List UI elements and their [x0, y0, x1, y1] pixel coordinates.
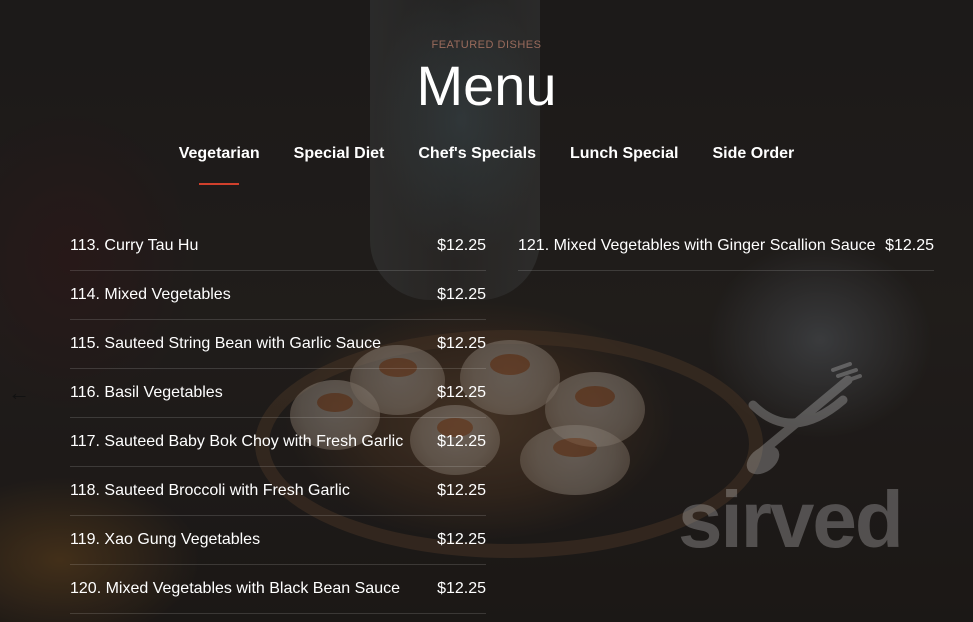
menu-item: 119. Xao Gung Vegetables $12.25 — [70, 516, 486, 565]
menu-item: 114. Mixed Vegetables $12.25 — [70, 271, 486, 320]
menu-item-price: $12.25 — [437, 433, 486, 450]
menu-column-right: 121. Mixed Vegetables with Ginger Scalli… — [518, 222, 934, 271]
menu-item-name: 114. Mixed Vegetables — [70, 286, 231, 303]
menu-item: 113. Curry Tau Hu $12.25 — [70, 222, 486, 271]
prev-arrow-icon[interactable]: ← — [8, 380, 30, 406]
section-eyebrow: FEATURED DISHES — [431, 39, 542, 51]
menu-item-price: $12.25 — [437, 580, 486, 597]
menu-item-name: 118. Sauteed Broccoli with Fresh Garlic — [70, 482, 350, 499]
menu-item-name: 121. Mixed Vegetables with Ginger Scalli… — [518, 237, 876, 254]
menu-item-name: 116. Basil Vegetables — [70, 384, 223, 401]
menu-item: 118. Sauteed Broccoli with Fresh Garlic … — [70, 467, 486, 516]
menu-item-price: $12.25 — [437, 286, 486, 303]
tab-chefs-specials[interactable]: Chef's Specials — [418, 145, 536, 173]
menu-item-name: 119. Xao Gung Vegetables — [70, 531, 261, 548]
tab-side-order[interactable]: Side Order — [712, 145, 794, 173]
fork-spoon-icon — [746, 362, 862, 475]
watermark-text: sirved — [678, 475, 904, 564]
menu-column-left: 113. Curry Tau Hu $12.25 114. Mixed Vege… — [70, 222, 486, 614]
menu-item-name: 120. Mixed Vegetables with Black Bean Sa… — [70, 580, 400, 597]
page-title: Menu — [416, 54, 557, 117]
menu-item-name: 115. Sauteed String Bean with Garlic Sau… — [70, 335, 381, 352]
menu-item: 115. Sauteed String Bean with Garlic Sau… — [70, 320, 486, 369]
sirved-watermark: sirved — [678, 360, 923, 560]
tab-vegetarian[interactable]: Vegetarian — [179, 145, 260, 173]
menu-item: 121. Mixed Vegetables with Ginger Scalli… — [518, 222, 934, 271]
menu-item: 116. Basil Vegetables $12.25 — [70, 369, 486, 418]
menu-item-price: $12.25 — [885, 237, 934, 254]
menu-item-name: 117. Sauteed Baby Bok Choy with Fresh Ga… — [70, 433, 404, 450]
menu-item-name: 113. Curry Tau Hu — [70, 237, 199, 254]
tab-lunch-special[interactable]: Lunch Special — [570, 145, 678, 173]
menu-item-price: $12.25 — [437, 482, 486, 499]
menu-item: 120. Mixed Vegetables with Black Bean Sa… — [70, 565, 486, 614]
menu-item-price: $12.25 — [437, 384, 486, 401]
tab-special-diet[interactable]: Special Diet — [294, 145, 385, 173]
menu-item: 117. Sauteed Baby Bok Choy with Fresh Ga… — [70, 418, 486, 467]
menu-section: FEATURED DISHES Menu Vegetarian Special … — [0, 0, 973, 622]
menu-tabs: Vegetarian Special Diet Chef's Specials … — [0, 145, 973, 173]
menu-item-price: $12.25 — [437, 335, 486, 352]
menu-item-price: $12.25 — [437, 531, 486, 548]
menu-item-price: $12.25 — [437, 237, 486, 254]
